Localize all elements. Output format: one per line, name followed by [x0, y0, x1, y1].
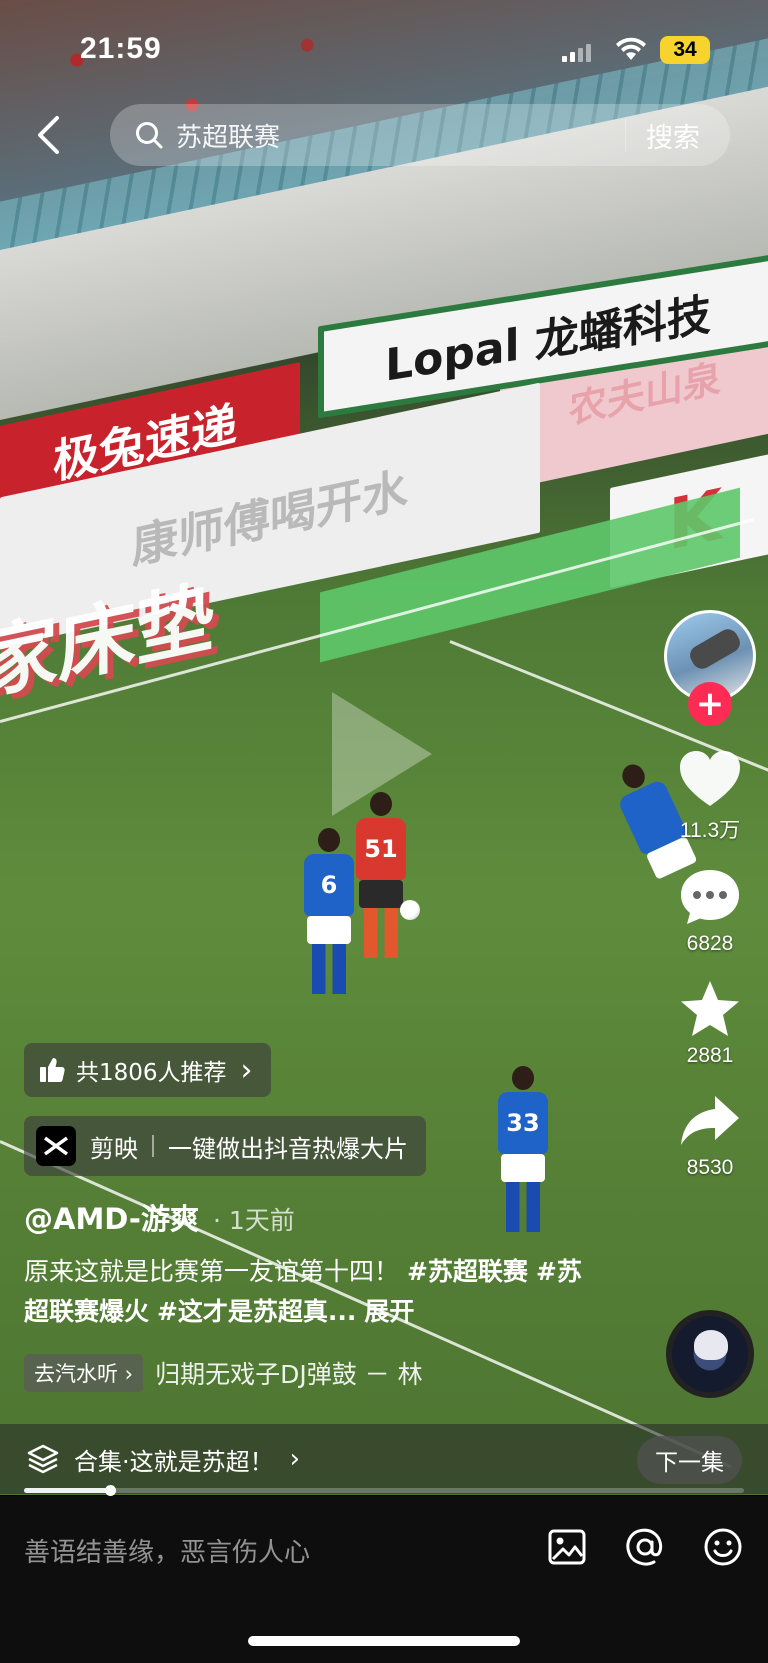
emoji-icon[interactable] [702, 1526, 744, 1568]
capcut-slogan: 一键做出抖音热爆大片 [168, 1134, 408, 1163]
share-count: 8530 [686, 1156, 734, 1179]
listen-chip[interactable]: 去汽水听 › [24, 1354, 144, 1392]
video-progress-bar[interactable] [24, 1485, 744, 1496]
capcut-app-name: 剪映 [90, 1134, 138, 1163]
share-button[interactable]: 8530 [677, 1090, 743, 1180]
follow-button[interactable]: + [688, 682, 732, 726]
recommend-pill[interactable]: 共1806人推荐 › [24, 1043, 271, 1097]
player-blue-33: 33 [498, 1066, 548, 1232]
author-line: @AMD-游爽 · 1天前 [24, 1196, 295, 1238]
music-disc-icon[interactable] [666, 1310, 754, 1398]
like-count: 11.3万 [679, 819, 741, 842]
expand-button[interactable]: 展开 [364, 1297, 414, 1326]
heart-icon [680, 751, 740, 806]
wifi-icon [616, 37, 646, 60]
capcut-divider [152, 1135, 154, 1157]
comment-bar: 善语结善缘，恶言伤人心 [0, 1496, 768, 1663]
chevron-right-icon: › [240, 1052, 253, 1088]
comment-icon [681, 870, 739, 924]
action-rail: + 11.3万 6828 2881 8530 [662, 610, 758, 1180]
image-icon[interactable] [546, 1526, 588, 1568]
status-time: 21:59 [80, 32, 162, 65]
layers-icon [27, 1444, 59, 1474]
hashtag[interactable]: #这才是苏超真... [157, 1297, 356, 1326]
post-time: 1天前 [228, 1206, 295, 1235]
player-red-51: 51 [356, 792, 406, 958]
football [400, 900, 420, 920]
comment-count: 6828 [686, 932, 734, 955]
at-mention-icon[interactable] [624, 1526, 666, 1568]
favorite-count: 2881 [686, 1044, 734, 1067]
comment-button[interactable]: 6828 [677, 866, 743, 956]
search-button[interactable]: 搜索 [646, 116, 700, 155]
like-button[interactable]: 11.3万 [677, 748, 743, 844]
collection-label: 合集·这就是苏超！ [74, 1447, 274, 1476]
comment-tools [546, 1526, 744, 1568]
music-row: 去汽水听 › 归期无戏子DJ弹鼓 － 林 [24, 1354, 423, 1392]
search-divider [625, 118, 626, 152]
music-title[interactable]: 归期无戏子DJ弹鼓 － 林 [155, 1355, 423, 1391]
capcut-promo[interactable]: 剪映 一键做出抖音热爆大片 [24, 1116, 426, 1176]
cellular-signal-icon [562, 44, 591, 62]
play-icon[interactable] [332, 692, 432, 816]
author-name[interactable]: @AMD-游爽 [24, 1196, 199, 1238]
next-episode-button[interactable]: 下一集 [637, 1436, 742, 1484]
caption-text: 原来这就是比赛第一友谊第十四！ [24, 1257, 400, 1286]
collection-bar[interactable]: 合集·这就是苏超！ › 下一集 [0, 1424, 768, 1494]
home-indicator [248, 1636, 520, 1646]
search-input[interactable]: 苏超联赛 [176, 117, 625, 154]
progress-fill [24, 1488, 111, 1493]
comment-input[interactable]: 善语结善缘，恶言伤人心 [24, 1532, 310, 1569]
search-icon [136, 122, 163, 149]
capcut-logo-icon [36, 1126, 76, 1166]
back-button[interactable] [26, 110, 70, 160]
post-dot: · [212, 1206, 221, 1235]
battery-indicator: 34 [660, 36, 710, 64]
thumbs-up-icon [40, 1058, 65, 1082]
share-arrow-icon [681, 1096, 739, 1145]
chevron-left-icon [38, 116, 59, 154]
star-icon [681, 981, 739, 1036]
status-bar: 21:59 34 [0, 0, 768, 90]
favorite-button[interactable]: 2881 [677, 978, 743, 1068]
post-caption: 原来这就是比赛第一友谊第十四！ #苏超联赛 #苏超联赛爆火 #这才是苏超真...… [24, 1252, 604, 1332]
player-blue-6: 6 [304, 828, 354, 994]
recommend-label: 共1806人推荐 [76, 1060, 227, 1086]
search-bar[interactable]: 苏超联赛 搜索 [110, 104, 730, 166]
chevron-right-icon: › [289, 1444, 301, 1474]
hashtag[interactable]: #苏超联赛 [407, 1257, 528, 1286]
